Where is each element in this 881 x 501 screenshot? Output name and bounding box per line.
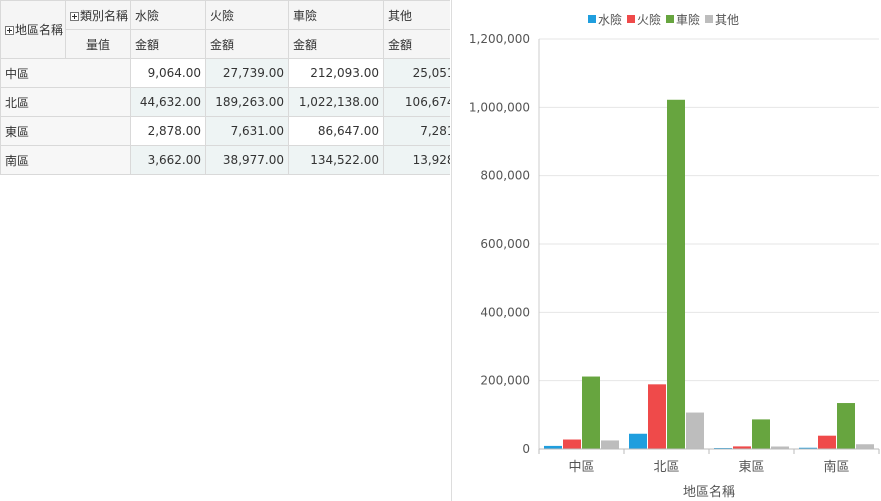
y-tick-label: 800,000 — [480, 169, 530, 183]
expand-icon[interactable] — [70, 11, 79, 21]
data-cell[interactable]: 212,093.00 — [288, 58, 384, 88]
bar[interactable] — [752, 419, 770, 449]
row-header[interactable]: 中區 — [0, 58, 131, 88]
data-cell[interactable]: 25,051.0 — [383, 58, 450, 88]
data-cell[interactable]: 1,022,138.00 — [288, 87, 384, 117]
legend-item[interactable]: 火險 — [627, 12, 661, 27]
data-cell[interactable]: 2,878.00 — [130, 116, 206, 146]
measure-header: 金額 — [205, 29, 289, 59]
data-cell[interactable]: 189,263.00 — [205, 87, 289, 117]
column-header-other[interactable]: 其他 — [383, 0, 450, 30]
measure-header: 金額 — [383, 29, 450, 59]
x-tick-label: 東區 — [738, 459, 764, 475]
data-cell[interactable]: 86,647.00 — [288, 116, 384, 146]
chart-gridlines — [539, 38, 879, 382]
data-cell[interactable]: 13,928.0 — [383, 145, 450, 175]
y-tick-label: 0 — [522, 442, 530, 456]
column-field-label: 類別名稱 — [80, 8, 129, 23]
bar[interactable] — [667, 99, 685, 449]
data-cell[interactable]: 38,977.00 — [205, 145, 289, 175]
bar-chart: 水險 火險 車險 其他 0 200,000 400,000 600,000 800,000 1,… — [452, 0, 881, 501]
y-axis: 0 200,000 400,000 600,000 800,000 1,000,000 1,… — [469, 32, 540, 456]
pivot-table: 地區名稱 類別名稱 水險 火險 車險 其他 量值 金額 金額 金額 金額 中區 … — [0, 0, 450, 175]
bar[interactable] — [686, 412, 704, 449]
legend-label: 水險 — [598, 12, 622, 27]
column-header-vehicle[interactable]: 車險 — [288, 0, 384, 30]
data-cell[interactable]: 7,281.0 — [383, 116, 450, 146]
row-field-label: 地區名稱 — [15, 23, 64, 37]
row-header[interactable]: 北區 — [0, 87, 131, 117]
table-row: 中區 9,064.00 27,739.00 212,093.00 25,051.… — [0, 58, 450, 88]
data-cell[interactable]: 3,662.00 — [130, 145, 206, 175]
bar[interactable] — [818, 435, 836, 449]
legend-label: 火險 — [637, 12, 661, 27]
row-header[interactable]: 南區 — [0, 145, 131, 175]
chart-legend: 水險 火險 車險 其他 — [588, 12, 739, 27]
pivot-grid: 地區名稱 類別名稱 水險 火險 車險 其他 量值 金額 金額 金額 金額 中區 … — [0, 0, 450, 182]
legend-item[interactable]: 水險 — [588, 12, 622, 27]
legend-label: 車險 — [676, 12, 700, 27]
chart-canvas: 水險 火險 車險 其他 0 200,000 400,000 600,000 800,000 1,… — [469, 12, 880, 500]
data-cell[interactable]: 9,064.00 — [130, 58, 206, 88]
chart-bars — [544, 99, 874, 449]
table-row: 南區 3,662.00 38,977.00 134,522.00 13,928.… — [0, 145, 450, 175]
bar[interactable] — [629, 433, 647, 449]
x-tick-label: 南區 — [823, 459, 849, 475]
table-row: 北區 44,632.00 189,263.00 1,022,138.00 106… — [0, 87, 450, 117]
y-tick-label: 200,000 — [480, 374, 530, 388]
table-row: 東區 2,878.00 7,631.00 86,647.00 7,281.0 — [0, 116, 450, 146]
expand-icon[interactable] — [5, 26, 14, 35]
row-header[interactable]: 東區 — [0, 116, 131, 146]
row-field-header[interactable]: 地區名稱 — [0, 0, 66, 59]
y-tick-label: 1,000,000 — [469, 100, 530, 114]
y-tick-label: 600,000 — [480, 237, 530, 251]
legend-swatch — [588, 15, 596, 23]
legend-swatch — [666, 15, 674, 23]
measure-header: 金額 — [130, 29, 206, 59]
column-header-fire[interactable]: 火險 — [205, 0, 289, 30]
legend-label: 其他 — [715, 13, 739, 27]
data-cell[interactable]: 44,632.00 — [130, 87, 206, 117]
data-cell[interactable]: 7,631.00 — [205, 116, 289, 146]
x-tick-label: 中區 — [568, 460, 594, 475]
legend-swatch — [627, 15, 635, 23]
data-cell[interactable]: 106,674.0 — [383, 87, 450, 117]
legend-swatch — [705, 15, 713, 23]
data-cell[interactable]: 134,522.00 — [288, 145, 384, 175]
bar[interactable] — [856, 444, 874, 449]
bar[interactable] — [563, 439, 581, 449]
measure-header: 金額 — [288, 29, 384, 59]
bar[interactable] — [582, 376, 600, 449]
column-header-water[interactable]: 水險 — [130, 0, 206, 30]
legend-item[interactable]: 車險 — [666, 12, 700, 27]
x-axis-title: 地區名稱 — [683, 484, 735, 500]
bar[interactable] — [648, 384, 666, 449]
x-axis: 中區 北區 東區 南區地區名稱 — [538, 448, 880, 500]
y-tick-label: 1,200,000 — [469, 32, 530, 46]
y-tick-label: 400,000 — [480, 305, 530, 319]
data-cell[interactable]: 27,739.00 — [205, 58, 289, 88]
bar[interactable] — [837, 403, 855, 449]
measure-label: 量值 — [65, 29, 131, 59]
legend-item[interactable]: 其他 — [705, 13, 739, 27]
x-tick-label: 北區 — [653, 460, 679, 475]
bar[interactable] — [601, 440, 619, 449]
column-field-header[interactable]: 類別名稱 — [65, 0, 131, 30]
pivot-chart-view: 地區名稱 類別名稱 水險 火險 車險 其他 量值 金額 金額 金額 金額 中區 … — [0, 0, 881, 501]
